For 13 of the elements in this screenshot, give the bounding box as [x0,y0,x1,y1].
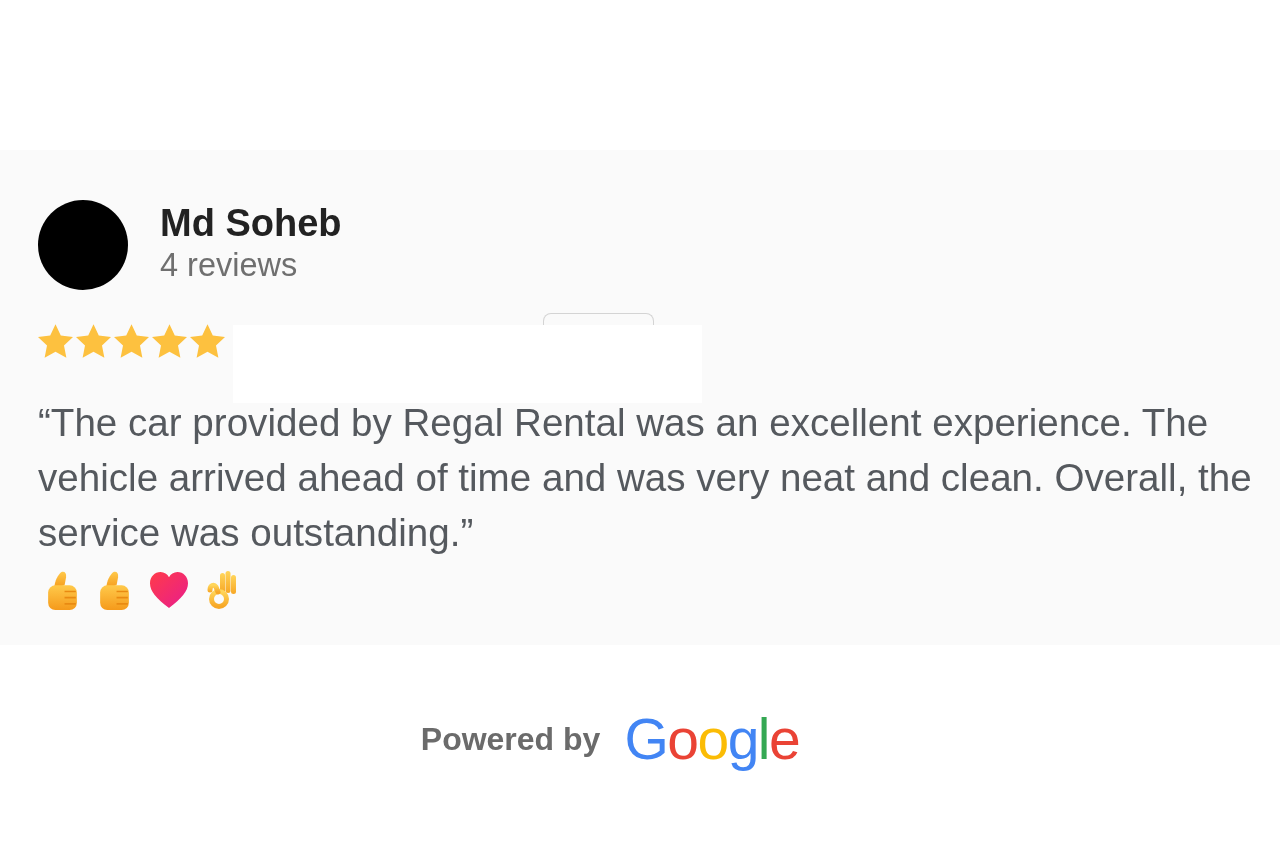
star-icon [190,324,225,358]
star-icon [76,324,111,358]
ok-hand-icon [207,570,237,610]
author-name: Md Soheb [160,201,342,245]
review-count: 4 reviews [160,246,299,285]
powered-by-label: Powered by [420,723,601,755]
thumbs-up-icon [98,570,131,610]
thumbs-up-icon [46,570,79,610]
star-icon [152,324,187,358]
star-icon [114,324,149,358]
heart-icon [150,572,188,608]
review-text: “The car provided by Regal Rental was an excellent experience. The vehicle arrived ahead of time and was very neat and clean. Overall, the service was outstanding.” [38,400,1253,556]
star-icon [38,324,73,358]
